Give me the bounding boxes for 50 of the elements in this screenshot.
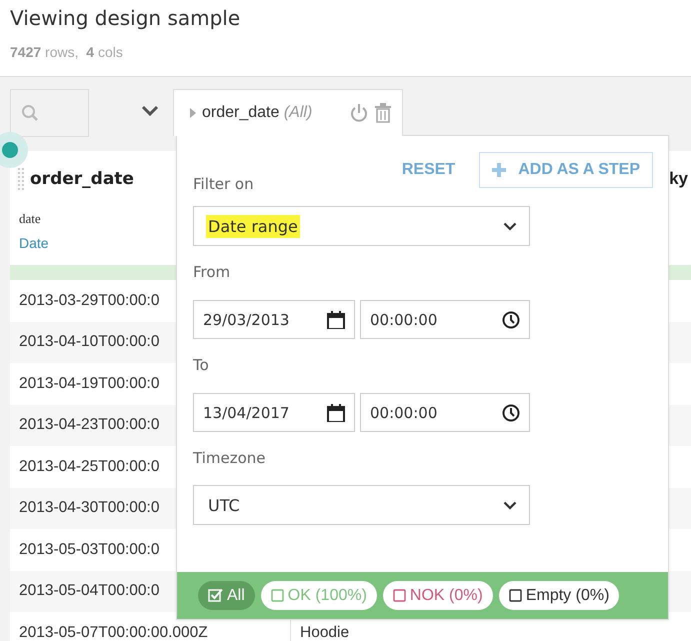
column-type: date: [19, 211, 41, 228]
checkbox-icon: [270, 589, 284, 602]
status-filter-chip[interactable]: Empty (0%): [498, 581, 620, 610]
caret-right-icon: [190, 108, 196, 118]
table-cell: 2013-05-07T00:00:00.000Z: [19, 624, 208, 641]
clock-icon: [502, 310, 520, 328]
checked-box-icon: [208, 588, 223, 603]
table-cell: 2013-04-25T00:00:0: [19, 458, 160, 476]
table-cell: 2013-04-30T00:00:0: [19, 499, 160, 518]
chevron-down-icon[interactable]: [141, 105, 159, 117]
search-icon: [21, 104, 39, 122]
chevron-down-icon: [503, 500, 517, 510]
table-cell: 2013-05-04T00:00:0: [19, 582, 160, 600]
date-field[interactable]: 13/04/2017: [193, 393, 355, 432]
table-cell: 2013-05-03T00:00:0: [19, 540, 160, 559]
chevron-down-icon: [503, 222, 517, 230]
selection-dot[interactable]: [0, 132, 28, 168]
table-cell: Hoodie: [300, 624, 350, 641]
page-title: Viewing design sample: [10, 5, 240, 32]
table-cell: 2013-04-10T00:00:0: [19, 333, 160, 352]
timezone-select[interactable]: UTC: [193, 485, 530, 525]
power-icon[interactable]: [350, 103, 368, 123]
selected-option: Date range: [206, 214, 300, 238]
time-field[interactable]: 00:00:00: [360, 393, 530, 432]
checkbox-icon: [508, 589, 522, 602]
plus-icon: [492, 163, 506, 177]
trash-icon[interactable]: [374, 103, 392, 123]
status-filter-chip[interactable]: NOK (0%): [382, 581, 493, 610]
drag-handle-icon: [18, 168, 24, 190]
table-cell: 2013-04-19T00:00:0: [19, 374, 160, 393]
column-header[interactable]: order_date: [30, 169, 134, 189]
filter-type-select[interactable]: Date range: [193, 206, 530, 246]
column-header[interactable]: ky: [669, 169, 688, 189]
clock-icon: [502, 404, 520, 422]
field-label: Timezone: [193, 449, 266, 467]
table-cell: 2013-03-29T00:00:0: [19, 292, 160, 310]
dataset-summary: 7427 rows, 4 cols: [10, 44, 123, 60]
field-label: From: [193, 263, 230, 281]
search-field[interactable]: [10, 89, 89, 137]
time-field[interactable]: 00:00:00: [360, 300, 530, 339]
filter-tab-label: order_date (All): [202, 104, 312, 122]
field-label: To: [193, 356, 209, 374]
checkbox-icon: [392, 589, 406, 602]
filter-tab[interactable]: order_date (All): [173, 89, 403, 136]
semantic-type-link[interactable]: Date: [10, 233, 58, 265]
date-field[interactable]: 29/03/2013: [193, 300, 355, 339]
calendar-icon: [327, 310, 345, 328]
table-cell: 2013-04-23T00:00:0: [19, 416, 160, 434]
calendar-icon: [327, 404, 345, 422]
field-label: Filter on: [193, 175, 254, 193]
